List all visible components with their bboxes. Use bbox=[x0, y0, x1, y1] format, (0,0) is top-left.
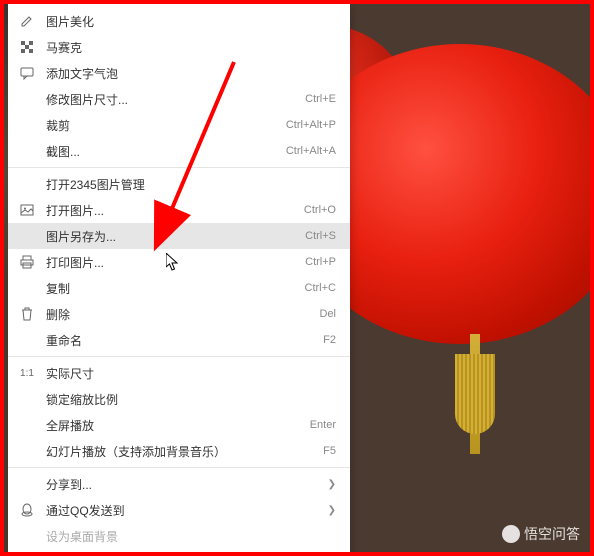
menu-item[interactable]: 截图...Ctrl+Alt+A bbox=[8, 138, 350, 164]
chevron-right-icon: ❯ bbox=[328, 479, 336, 490]
blank-icon bbox=[18, 416, 36, 434]
watermark-icon bbox=[502, 525, 520, 543]
menu-label: 分享到... bbox=[46, 476, 328, 493]
menu-item[interactable]: 修改图片尺寸...Ctrl+E bbox=[8, 86, 350, 112]
menu-item[interactable]: 打开2345图片管理 bbox=[8, 171, 350, 197]
image-icon bbox=[18, 201, 36, 219]
blank-icon bbox=[18, 475, 36, 493]
menu-label: 设为桌面背景 bbox=[46, 528, 336, 545]
menu-item[interactable]: 使用其他软件打开❯ bbox=[8, 549, 350, 556]
menu-shortcut: Ctrl+E bbox=[305, 93, 336, 105]
menu-label: 图片美化 bbox=[46, 13, 336, 30]
mosaic-icon bbox=[18, 38, 36, 56]
menu-shortcut: Ctrl+O bbox=[304, 204, 336, 216]
menu-item[interactable]: 裁剪Ctrl+Alt+P bbox=[8, 112, 350, 138]
menu-item[interactable]: 1:1 实际尺寸 bbox=[8, 360, 350, 386]
menu-item[interactable]: 分享到...❯ bbox=[8, 471, 350, 497]
menu-label: 修改图片尺寸... bbox=[46, 91, 305, 108]
menu-item[interactable]: 打印图片...Ctrl+P bbox=[8, 249, 350, 275]
menu-label: 通过QQ发送到 bbox=[46, 502, 328, 519]
menu-item[interactable]: 通过QQ发送到❯ bbox=[8, 497, 350, 523]
menu-item[interactable]: 图片美化 bbox=[8, 8, 350, 34]
blank-icon bbox=[18, 142, 36, 160]
edit-icon bbox=[18, 12, 36, 30]
menu-item[interactable]: 图片另存为...Ctrl+S bbox=[8, 223, 350, 249]
menu-item[interactable]: 复制Ctrl+C bbox=[8, 275, 350, 301]
menu-label: 删除 bbox=[46, 306, 319, 323]
blank-icon bbox=[18, 227, 36, 245]
menu-shortcut: Enter bbox=[310, 419, 336, 431]
menu-separator bbox=[8, 467, 350, 468]
menu-item[interactable]: 删除Del bbox=[8, 301, 350, 327]
menu-shortcut: Ctrl+Alt+A bbox=[286, 145, 336, 157]
menu-label: 添加文字气泡 bbox=[46, 65, 336, 82]
blank-icon bbox=[18, 175, 36, 193]
menu-label: 锁定缩放比例 bbox=[46, 391, 336, 408]
blank-icon bbox=[18, 116, 36, 134]
watermark-text: 悟空问答 bbox=[524, 524, 580, 544]
menu-separator bbox=[8, 356, 350, 357]
blank-icon bbox=[18, 90, 36, 108]
menu-item[interactable]: 幻灯片播放（支持添加背景音乐）F5 bbox=[8, 438, 350, 464]
menu-shortcut: Ctrl+P bbox=[305, 256, 336, 268]
menu-shortcut: F5 bbox=[323, 445, 336, 457]
blank-icon bbox=[18, 390, 36, 408]
blank-icon bbox=[18, 527, 36, 545]
menu-item[interactable]: 全屏播放Enter bbox=[8, 412, 350, 438]
menu-label: 马赛克 bbox=[46, 39, 336, 56]
blank-icon bbox=[18, 279, 36, 297]
menu-item[interactable]: 打开图片...Ctrl+O bbox=[8, 197, 350, 223]
trash-icon bbox=[18, 305, 36, 323]
menu-item[interactable]: 马赛克 bbox=[8, 34, 350, 60]
blank-icon bbox=[18, 331, 36, 349]
menu-item[interactable]: 添加文字气泡 bbox=[8, 60, 350, 86]
menu-label: 重命名 bbox=[46, 332, 323, 349]
bubble-icon bbox=[18, 64, 36, 82]
menu-label: 复制 bbox=[46, 280, 305, 297]
menu-shortcut: F2 bbox=[323, 334, 336, 346]
context-menu: 图片美化马赛克添加文字气泡修改图片尺寸...Ctrl+E裁剪Ctrl+Alt+P… bbox=[8, 4, 350, 556]
menu-label: 实际尺寸 bbox=[46, 365, 336, 382]
menu-shortcut: Ctrl+S bbox=[305, 230, 336, 242]
menu-separator bbox=[8, 167, 350, 168]
menu-item: 设为桌面背景 bbox=[8, 523, 350, 549]
menu-shortcut: Del bbox=[319, 308, 336, 320]
menu-label: 幻灯片播放（支持添加背景音乐） bbox=[46, 443, 323, 460]
blank-icon bbox=[18, 442, 36, 460]
print-icon bbox=[18, 253, 36, 271]
qq-icon bbox=[18, 501, 36, 519]
watermark: 悟空问答 bbox=[502, 524, 580, 544]
menu-label: 全屏播放 bbox=[46, 417, 310, 434]
menu-label: 裁剪 bbox=[46, 117, 286, 134]
menu-item[interactable]: 重命名F2 bbox=[8, 327, 350, 353]
menu-label: 截图... bbox=[46, 143, 286, 160]
menu-label: 打开图片... bbox=[46, 202, 304, 219]
menu-label: 打印图片... bbox=[46, 254, 305, 271]
menu-label: 打开2345图片管理 bbox=[46, 176, 336, 193]
menu-shortcut: Ctrl+C bbox=[305, 282, 336, 294]
scale-icon: 1:1 bbox=[18, 364, 36, 382]
menu-item[interactable]: 锁定缩放比例 bbox=[8, 386, 350, 412]
chevron-right-icon: ❯ bbox=[328, 505, 336, 516]
menu-shortcut: Ctrl+Alt+P bbox=[286, 119, 336, 131]
menu-label: 图片另存为... bbox=[46, 228, 305, 245]
